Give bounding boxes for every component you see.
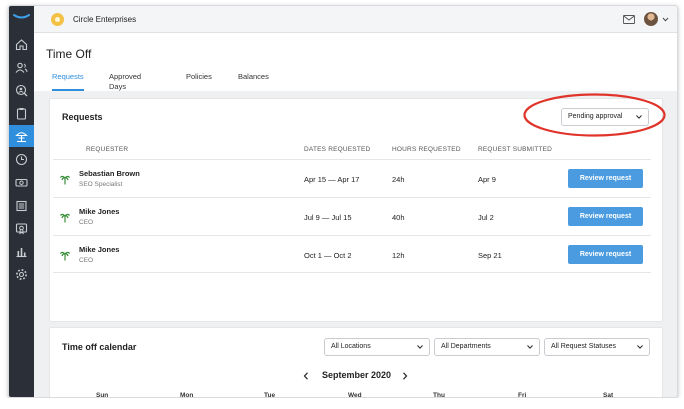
tab-policies[interactable]: Policies	[186, 72, 212, 91]
tab-approved-days[interactable]: Approved Days	[109, 72, 141, 91]
page-margin	[0, 398, 684, 409]
requester-role: CEO	[79, 257, 94, 264]
page-title: Time Off	[46, 47, 92, 61]
tab-balances[interactable]: Balances	[238, 72, 269, 91]
annotation-ellipse	[523, 93, 666, 137]
company-logo-icon	[51, 13, 64, 26]
company-name[interactable]: Circle Enterprises	[73, 15, 136, 24]
calendar-title: Time off calendar	[62, 342, 137, 352]
search-person-icon	[15, 84, 28, 96]
requester-name[interactable]: Sebastian Brown	[79, 169, 140, 178]
sidebar-item-people[interactable]	[9, 56, 34, 78]
sidebar-item-documents[interactable]	[9, 194, 34, 216]
avatar[interactable]	[644, 12, 658, 26]
page-header: Time Off Requests Approved Days Policies…	[34, 33, 677, 91]
sidebar	[9, 6, 34, 397]
request-status-filter-value: All Request Statuses	[551, 343, 616, 350]
sidebar-item-time-tracking[interactable]	[9, 148, 34, 170]
documents-icon	[16, 200, 27, 211]
sidebar-item-home[interactable]	[9, 33, 34, 55]
mail-icon[interactable]	[623, 15, 635, 24]
column-header-requester: REQUESTER	[86, 146, 129, 153]
beach-umbrella-icon	[15, 131, 28, 142]
palm-tree-icon	[60, 213, 70, 223]
sidebar-item-reports[interactable]	[9, 240, 34, 262]
dates-requested: Oct 1 — Oct 2	[304, 251, 352, 260]
requester-role: SEO Specialist	[79, 181, 123, 188]
sidebar-item-payroll[interactable]	[9, 171, 34, 193]
chevron-down-icon	[527, 345, 533, 349]
review-request-button[interactable]: Review request	[568, 245, 643, 264]
certificate-icon	[15, 222, 28, 234]
app-logo-icon[interactable]	[13, 13, 30, 21]
requester-name[interactable]: Mike Jones	[79, 207, 119, 216]
home-icon	[15, 38, 28, 50]
tab-requests[interactable]: Requests	[52, 72, 84, 91]
dates-requested: Jul 9 — Jul 15	[304, 213, 352, 222]
money-icon	[15, 178, 28, 187]
chevron-down-icon[interactable]	[662, 17, 669, 22]
sidebar-item-clipboard[interactable]	[9, 102, 34, 124]
sidebar-item-time-off[interactable]	[9, 125, 34, 147]
request-submitted: Sep 21	[478, 251, 502, 260]
clipboard-icon	[16, 107, 27, 120]
gear-icon	[16, 268, 27, 280]
chevron-down-icon	[637, 345, 643, 349]
chevron-left-icon[interactable]	[303, 372, 309, 380]
bar-chart-icon	[16, 247, 27, 257]
palm-tree-icon	[60, 251, 70, 261]
clock-icon	[15, 153, 28, 165]
dates-requested: Apr 15 — Apr 17	[304, 175, 360, 184]
review-request-button[interactable]: Review request	[568, 207, 643, 226]
department-filter-select[interactable]: All Departments	[434, 338, 540, 356]
hours-requested: 24h	[392, 175, 405, 184]
table-row: Sebastian Brown SEO Specialist Apr 15 — …	[53, 159, 651, 197]
column-header-submitted: REQUEST SUBMITTED	[478, 146, 553, 153]
chevron-down-icon	[417, 345, 423, 349]
location-filter-value: All Locations	[331, 343, 371, 350]
request-status-filter-select[interactable]: All Request Statuses	[544, 338, 650, 356]
location-filter-select[interactable]: All Locations	[324, 338, 430, 356]
sidebar-item-training[interactable]	[9, 217, 34, 239]
requests-title: Requests	[62, 112, 103, 122]
sidebar-item-search-people[interactable]	[9, 79, 34, 101]
chevron-right-icon[interactable]	[402, 372, 408, 380]
table-row: Mike Jones CEO Jul 9 — Jul 15 40h Jul 2 …	[53, 197, 651, 235]
request-submitted: Jul 2	[478, 213, 494, 222]
request-submitted: Apr 9	[478, 175, 496, 184]
requester-role: CEO	[79, 219, 94, 226]
requester-name[interactable]: Mike Jones	[79, 245, 119, 254]
top-bar: Circle Enterprises	[34, 6, 677, 33]
column-header-dates: DATES REQUESTED	[304, 146, 371, 153]
column-header-hours: HOURS REQUESTED	[392, 146, 461, 153]
sidebar-item-settings[interactable]	[9, 263, 34, 285]
hours-requested: 12h	[392, 251, 405, 260]
table-row: Mike Jones CEO Oct 1 — Oct 2 12h Sep 21 …	[53, 235, 651, 273]
palm-tree-icon	[60, 175, 70, 185]
calendar-month-label: September 2020	[322, 370, 392, 380]
review-request-button[interactable]: Review request	[568, 169, 643, 188]
people-icon	[15, 62, 28, 73]
department-filter-value: All Departments	[441, 343, 491, 350]
hours-requested: 40h	[392, 213, 405, 222]
